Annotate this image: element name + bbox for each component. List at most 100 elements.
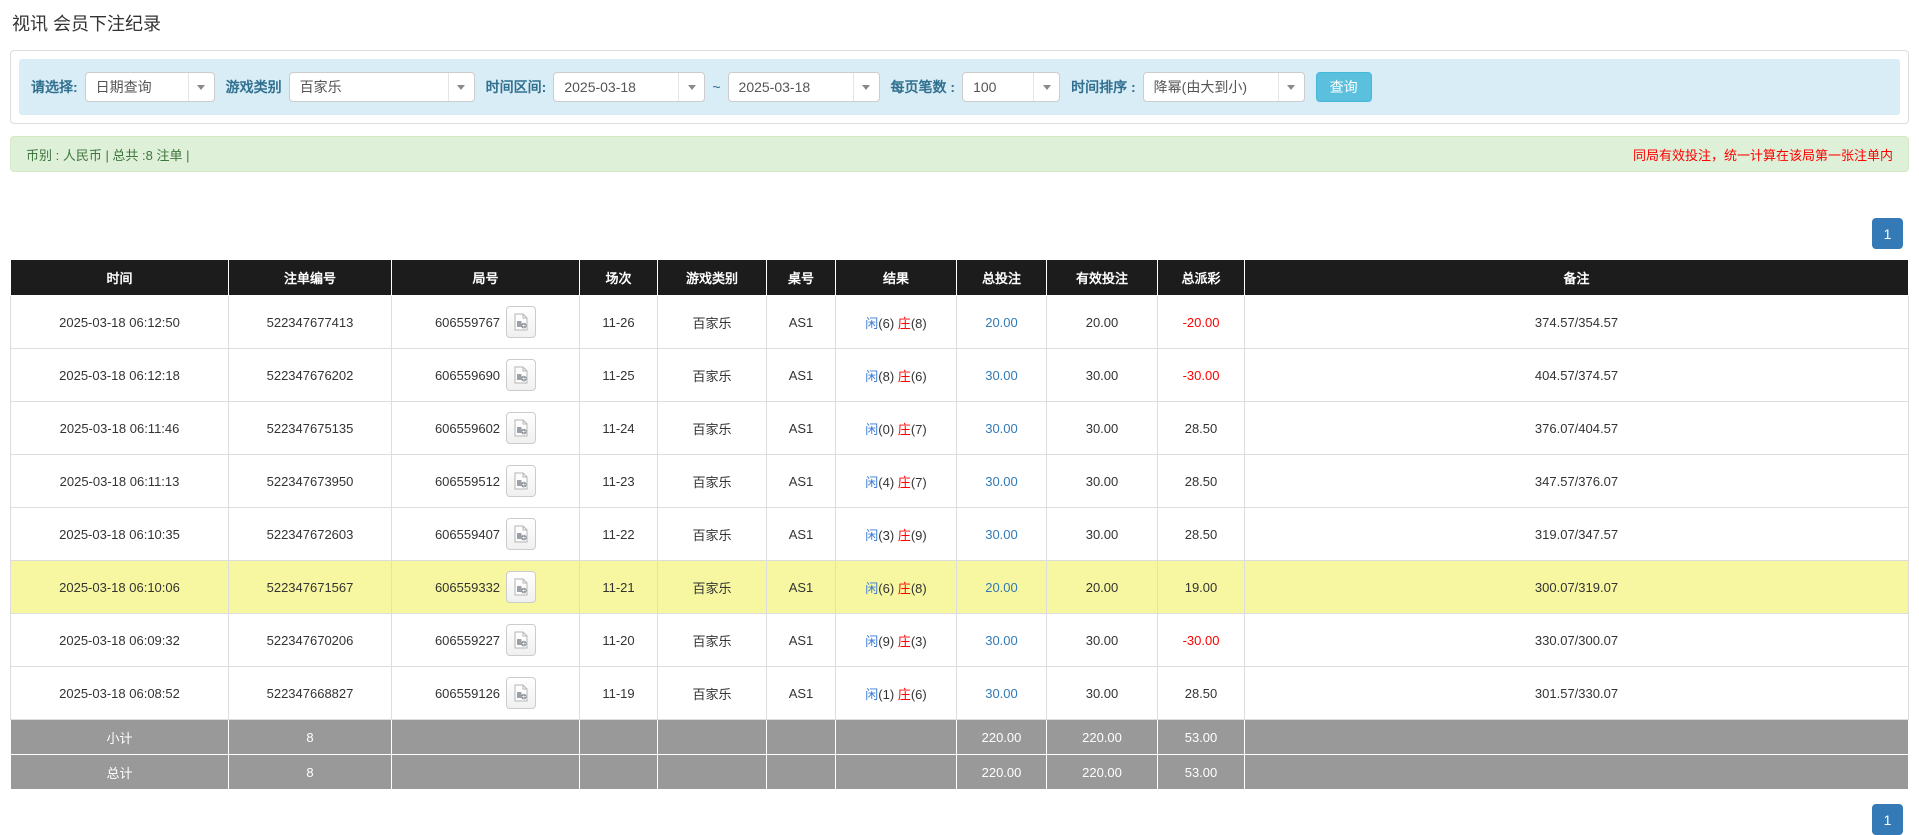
bet-records-table: 时间 注单编号 局号 场次 游戏类别 桌号 结果 总投注 有效投注 总派彩 备注 2025-03-1… (10, 259, 1909, 790)
cell-session: 11-22 (579, 507, 658, 561)
round-id-text: 606559332 (434, 579, 501, 595)
table-row: 2025-03-18 06:12:50 522347677413 606559767… (10, 295, 1909, 349)
video-replay-button[interactable] (506, 412, 537, 444)
column-header: 结果 (835, 259, 957, 296)
chevron-down-icon (852, 73, 879, 101)
cell-table-no: AS1 (766, 560, 836, 614)
video-file-icon (514, 419, 528, 437)
video-file-icon (514, 366, 528, 384)
cell-game-category: 百家乐 (657, 401, 767, 455)
pagination-top: 1 (10, 218, 1903, 249)
select-type-value: 日期查询 (95, 79, 152, 95)
cell-time: 2025-03-18 06:10:35 (10, 507, 229, 561)
cell-session: 11-24 (579, 401, 658, 455)
total-bet-link[interactable]: 20.00 (985, 315, 1018, 330)
cell-session: 11-26 (579, 295, 658, 349)
query-button[interactable]: 查询 (1315, 72, 1372, 102)
cell-game-category: 百家乐 (657, 613, 767, 667)
cell-payout: 28.50 (1157, 507, 1245, 561)
date-range-separator: ~ (712, 79, 721, 95)
cell-session: 11-20 (579, 613, 658, 667)
player-result-label: 闲 (865, 633, 879, 649)
payout-value: 28.50 (1184, 685, 1218, 701)
cell-table-no: AS1 (766, 401, 836, 455)
cell-remark: 301.57/330.07 (1244, 666, 1909, 720)
page-size-dropdown[interactable]: 100 (962, 72, 1061, 102)
cell-game-category: 百家乐 (657, 666, 767, 720)
banker-result-label: 庄 (897, 474, 911, 490)
summary-session (579, 719, 658, 755)
round-id-wrap: 606559602 (435, 412, 537, 444)
cell-game-category: 百家乐 (657, 454, 767, 508)
cell-result: 闲(9) 庄(3) (835, 613, 957, 667)
game-category-dropdown[interactable]: 百家乐 (288, 72, 475, 102)
video-replay-button[interactable] (506, 465, 537, 497)
banker-result-label: 庄 (897, 633, 911, 649)
cell-bet-id: 522347677413 (228, 295, 392, 349)
banker-result-score: (8) (910, 580, 927, 596)
cell-valid-bet: 30.00 (1046, 666, 1158, 720)
cell-valid-bet: 30.00 (1046, 401, 1158, 455)
time-order-dropdown[interactable]: 降幂(由大到小) (1142, 72, 1305, 102)
cell-time: 2025-03-18 06:10:06 (10, 560, 229, 614)
cell-time: 2025-03-18 06:11:13 (10, 454, 229, 508)
banker-result-label: 庄 (897, 368, 911, 384)
cell-remark: 376.07/404.57 (1244, 401, 1909, 455)
total-bet-link[interactable]: 20.00 (985, 580, 1018, 595)
summary-table-no (766, 719, 836, 755)
payout-value: 28.50 (1184, 473, 1218, 489)
player-result-score: (1) (878, 686, 898, 702)
summary-count: 8 (228, 719, 392, 755)
total-bet-link[interactable]: 30.00 (985, 527, 1018, 542)
total-bet-link[interactable]: 30.00 (985, 633, 1018, 648)
total-bet-link[interactable]: 30.00 (985, 474, 1018, 489)
pagination-page-1[interactable]: 1 (1872, 218, 1903, 249)
pagination-page-1[interactable]: 1 (1872, 804, 1903, 835)
cell-time: 2025-03-18 06:09:32 (10, 613, 229, 667)
video-file-icon (514, 472, 528, 490)
cell-table-no: AS1 (766, 454, 836, 508)
cell-result: 闲(8) 庄(6) (835, 348, 957, 402)
video-replay-button[interactable] (506, 306, 537, 338)
video-replay-button[interactable] (506, 359, 537, 391)
cell-bet-id: 522347670206 (228, 613, 392, 667)
video-replay-button[interactable] (506, 571, 537, 603)
total-bet-link[interactable]: 30.00 (985, 421, 1018, 436)
cell-remark: 330.07/300.07 (1244, 613, 1909, 667)
cell-valid-bet: 30.00 (1046, 613, 1158, 667)
cell-result: 闲(4) 庄(7) (835, 454, 957, 508)
date-from-input[interactable]: 2025-03-18 (553, 72, 706, 102)
cell-round-id: 606559690 (391, 348, 580, 402)
cell-total-bet: 30.00 (956, 507, 1047, 561)
select-type-dropdown[interactable]: 日期查询 (84, 72, 215, 102)
total-bet-link[interactable]: 30.00 (985, 368, 1018, 383)
summary-total-bet: 220.00 (956, 719, 1047, 755)
game-category-value: 百家乐 (299, 79, 342, 95)
video-replay-button[interactable] (506, 677, 537, 709)
currency-summary-text: 币别 : 人民币 | 总共 :8 注单 | (26, 147, 190, 163)
cell-bet-id: 522347671567 (228, 560, 392, 614)
payout-value: -30.00 (1182, 367, 1220, 383)
cell-total-bet: 30.00 (956, 401, 1047, 455)
page-container: 视讯 会员下注纪录 请选择: 日期查询 游戏类别 百家乐 时间区间: 2025-… (0, 0, 1919, 835)
filter-panel: 请选择: 日期查询 游戏类别 百家乐 时间区间: 2025-03-18 ~ 20… (10, 50, 1909, 124)
cell-game-category: 百家乐 (657, 348, 767, 402)
total-bet-link[interactable]: 30.00 (985, 686, 1018, 701)
video-file-icon (514, 525, 528, 543)
cell-table-no: AS1 (766, 507, 836, 561)
summary-remark (1244, 719, 1909, 755)
cell-game-category: 百家乐 (657, 295, 767, 349)
date-to-input[interactable]: 2025-03-18 (727, 72, 880, 102)
summary-total-bet: 220.00 (956, 754, 1047, 790)
column-header: 局号 (391, 259, 580, 296)
cell-round-id: 606559126 (391, 666, 580, 720)
cell-payout: 19.00 (1157, 560, 1245, 614)
player-result-score: (3) (878, 527, 898, 543)
banker-result-score: (7) (910, 474, 927, 490)
payout-value: 19.00 (1184, 579, 1218, 595)
video-replay-button[interactable] (506, 624, 537, 656)
cell-bet-id: 522347676202 (228, 348, 392, 402)
banker-result-label: 庄 (897, 315, 911, 331)
round-id-wrap: 606559767 (435, 306, 537, 338)
video-replay-button[interactable] (506, 518, 537, 550)
